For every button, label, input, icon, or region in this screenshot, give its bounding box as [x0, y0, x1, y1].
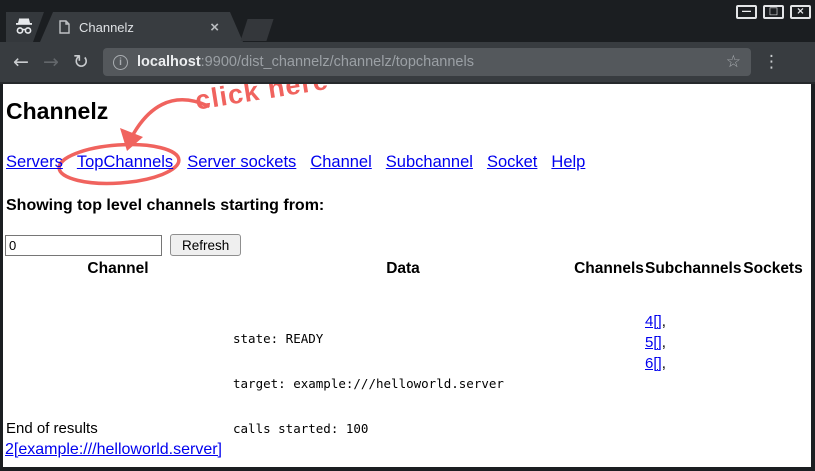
browser-menu-icon[interactable]: ⋮: [763, 52, 780, 72]
filter-row: Refresh: [5, 234, 241, 256]
subchannel-separator: ,: [662, 334, 666, 351]
annotation-arrow: [129, 100, 208, 142]
browser-window: Channelz × — □ × ← → ↻ i localhost:9900/…: [0, 0, 815, 471]
url-host: localhost: [137, 54, 201, 70]
section-subtitle: Showing top level channels starting from…: [6, 197, 324, 215]
nav-link-help[interactable]: Help: [551, 153, 585, 172]
toolbar: ← → ↻ i localhost:9900/dist_channelz/cha…: [0, 42, 815, 84]
nav-link-topchannels[interactable]: TopChannels: [77, 153, 173, 172]
data-line: state: READY: [233, 331, 573, 346]
data-line: calls succeeded: 85: [233, 466, 573, 467]
incognito-badge: [6, 12, 44, 42]
start-input[interactable]: [5, 235, 162, 256]
channel-cell: 2[example:///helloworld.server]: [3, 299, 233, 467]
reload-icon[interactable]: ↻: [66, 51, 96, 73]
subchannel-line: 4[],: [645, 311, 735, 332]
subchannel-separator: ,: [662, 355, 666, 372]
annotation-text: click here: [193, 84, 331, 117]
sockets-cell: [735, 299, 811, 467]
channels-cell: [573, 299, 645, 467]
refresh-button[interactable]: Refresh: [170, 234, 241, 256]
maximize-button[interactable]: □: [763, 5, 784, 19]
header-channels: Channels: [573, 260, 645, 278]
page-title: Channelz: [6, 98, 108, 125]
channels-table: Channel Data Channels Subchannels Socket…: [3, 260, 811, 467]
subchannel-link[interactable]: 5[]: [645, 334, 662, 351]
header-channel: Channel: [3, 260, 233, 278]
header-data: Data: [233, 260, 573, 278]
subchannels-cell: 4[], 5[], 6[],: [645, 299, 735, 467]
tab-channelz[interactable]: Channelz ×: [40, 12, 243, 42]
data-line: calls started: 100: [233, 421, 573, 436]
page-content: Channelz click here Servers TopChannels …: [3, 84, 811, 467]
close-button[interactable]: ×: [790, 5, 811, 19]
new-tab-button[interactable]: [240, 19, 273, 41]
header-sockets: Sockets: [735, 260, 811, 278]
tab-close-icon[interactable]: ×: [210, 20, 219, 35]
page-icon: [59, 20, 70, 34]
address-bar[interactable]: i localhost:9900/dist_channelz/channelz/…: [103, 48, 751, 76]
data-cell: state: READY target: example:///hellowor…: [233, 299, 573, 467]
nav-link-channel[interactable]: Channel: [310, 153, 371, 172]
subchannel-link[interactable]: 6[]: [645, 355, 662, 372]
window-controls: — □ ×: [736, 5, 811, 19]
url-path: :9900/dist_channelz/channelz/topchannels: [201, 54, 474, 70]
table-row: 2[example:///helloworld.server] state: R…: [3, 299, 811, 467]
subchannel-line: 6[],: [645, 353, 735, 374]
forward-icon[interactable]: →: [36, 51, 66, 73]
minimize-button[interactable]: —: [736, 5, 757, 19]
annotation-arrowhead: [120, 128, 143, 151]
tab-title: Channelz: [79, 20, 210, 35]
channelz-nav: Servers TopChannels Server sockets Chann…: [6, 153, 585, 172]
back-icon[interactable]: ←: [6, 51, 36, 73]
bookmark-star-icon[interactable]: ☆: [726, 52, 741, 72]
titlebar: Channelz × — □ ×: [0, 0, 815, 42]
subchannel-link[interactable]: 4[]: [645, 313, 662, 330]
header-subchannels: Subchannels: [645, 260, 735, 278]
incognito-icon: [13, 18, 35, 36]
data-line: target: example:///helloworld.server: [233, 376, 573, 391]
channel-link[interactable]: 2[example:///helloworld.server]: [5, 441, 222, 459]
subchannel-line: 5[],: [645, 332, 735, 353]
subchannel-separator: ,: [662, 313, 666, 330]
nav-link-server-sockets[interactable]: Server sockets: [187, 153, 296, 172]
nav-link-servers[interactable]: Servers: [6, 153, 63, 172]
page-info-icon[interactable]: i: [113, 55, 128, 70]
url-text: localhost:9900/dist_channelz/channelz/to…: [137, 54, 726, 70]
nav-link-socket[interactable]: Socket: [487, 153, 537, 172]
table-header-row: Channel Data Channels Subchannels Socket…: [3, 260, 811, 278]
end-of-results: End of results: [6, 420, 98, 437]
nav-link-subchannel[interactable]: Subchannel: [386, 153, 473, 172]
